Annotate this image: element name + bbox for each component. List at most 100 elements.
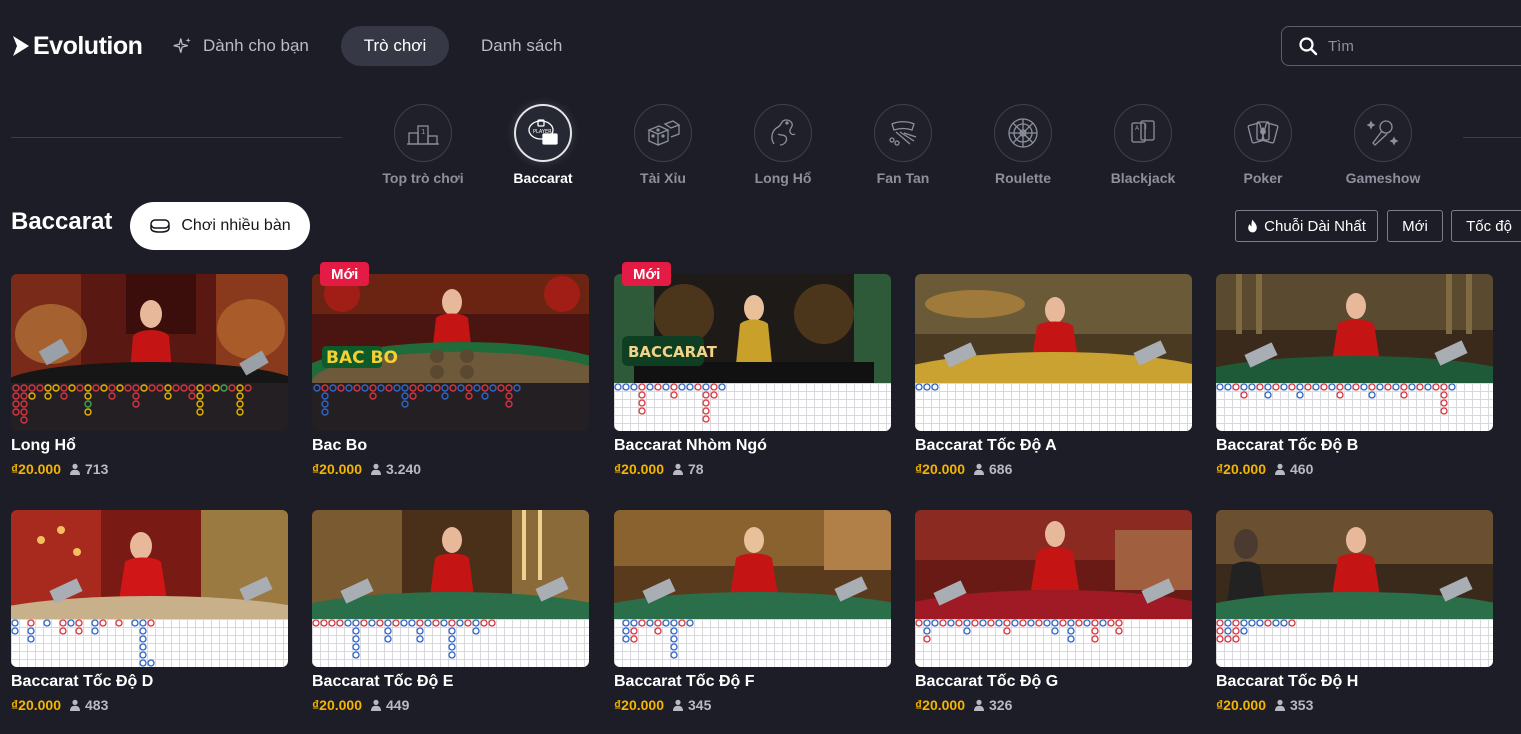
game-thumbnail[interactable] xyxy=(915,274,1192,431)
game-card-speed-baccarat-f[interactable]: Baccarat Tốc Độ F ₫20.000 345 xyxy=(614,510,891,720)
bead-road-panel xyxy=(1216,383,1493,431)
game-title[interactable]: Baccarat Tốc Độ A xyxy=(915,437,1192,455)
filter-speed[interactable]: Tốc độ xyxy=(1451,210,1521,242)
category-icon-wrap xyxy=(1354,104,1412,162)
game-title[interactable]: Baccarat Tốc Độ B xyxy=(1216,437,1493,455)
bead-road-panel xyxy=(312,619,589,667)
category-poker[interactable]: Poker xyxy=(1203,104,1323,188)
person-icon xyxy=(673,463,684,475)
category-top-games[interactable]: 1 Top trò chơi xyxy=(363,104,483,188)
bead-road-graphic xyxy=(915,619,1123,643)
player-count: 3.240 xyxy=(370,461,421,477)
filter-new[interactable]: Mới xyxy=(1387,210,1443,242)
game-card-speed-baccarat-g[interactable]: Baccarat Tốc Độ G ₫20.000 326 xyxy=(915,510,1192,720)
game-title[interactable]: Bac Bo xyxy=(312,437,589,455)
game-thumbnail[interactable] xyxy=(312,510,589,667)
game-card-speed-baccarat-h[interactable]: Baccarat Tốc Độ H ₫20.000 353 xyxy=(1216,510,1493,720)
poker-icon xyxy=(1247,121,1279,144)
multi-table-button[interactable]: Chơi nhiều bàn xyxy=(130,202,310,250)
category-gameshow[interactable]: Gameshow xyxy=(1323,104,1443,188)
bead-road-graphic xyxy=(1216,619,1296,643)
category-label: Long Hổ xyxy=(754,170,812,186)
flame-icon xyxy=(1248,219,1257,233)
game-card-speed-baccarat-d[interactable]: Baccarat Tốc Độ D ₫20.000 483 xyxy=(11,510,288,720)
bead-road-graphic xyxy=(915,383,939,391)
category-label: Tài Xỉu xyxy=(640,170,686,186)
filter-longest-streak[interactable]: Chuỗi Dài Nhất xyxy=(1235,210,1378,242)
section-title: Baccarat xyxy=(11,208,113,235)
nav-list-label: Danh sách xyxy=(481,36,563,55)
dealer-scene-image xyxy=(11,510,288,619)
top-bar: Evolution Dành cho bạn Trò chơi Danh sác… xyxy=(0,0,1521,92)
player-count: 78 xyxy=(672,461,704,477)
dragon-icon xyxy=(771,119,796,146)
person-icon xyxy=(70,699,81,711)
roulette-icon xyxy=(1008,118,1038,148)
game-thumbnail[interactable]: BAC BO xyxy=(312,274,589,431)
game-thumbnail[interactable] xyxy=(1216,510,1493,667)
game-title[interactable]: Baccarat Nhòm Ngó xyxy=(614,437,891,455)
nav-games-tab[interactable]: Trò chơi xyxy=(341,26,449,66)
bead-road-panel xyxy=(915,383,1192,431)
player-count: 449 xyxy=(370,697,409,713)
dealer-scene-image: BAC BO xyxy=(312,274,589,383)
player-count-value: 3.240 xyxy=(386,461,422,477)
category-blackjack[interactable]: A J Blackjack xyxy=(1083,104,1203,188)
category-baccarat[interactable]: PLAYER Baccarat xyxy=(483,104,603,188)
game-thumbnail[interactable] xyxy=(11,510,288,667)
game-title[interactable]: Baccarat Tốc Độ F xyxy=(614,673,891,691)
min-bet: ₫20.000 xyxy=(915,461,966,477)
player-count-value: 353 xyxy=(1290,697,1314,713)
category-fan-tan[interactable]: Fan Tan xyxy=(843,104,963,188)
category-label: Blackjack xyxy=(1110,170,1176,186)
min-bet: ₫20.000 xyxy=(11,461,62,477)
dealer-scene-image xyxy=(915,274,1192,383)
category-icon-wrap: PLAYER xyxy=(514,104,572,162)
filter-label: Chuỗi Dài Nhất xyxy=(1264,217,1366,235)
game-card-speed-baccarat-a[interactable]: Baccarat Tốc Độ A ₫20.000 686 xyxy=(915,274,1192,484)
svg-text:1: 1 xyxy=(421,128,425,136)
new-badge: Mới xyxy=(622,262,672,286)
game-title[interactable]: Long Hổ xyxy=(11,437,288,455)
min-bet: ₫20.000 xyxy=(1216,461,1267,477)
evolution-logo[interactable]: Evolution xyxy=(11,30,143,62)
filter-label: Tốc độ xyxy=(1466,217,1512,235)
game-card-speed-baccarat-e[interactable]: Baccarat Tốc Độ E ₫20.000 449 xyxy=(312,510,589,720)
min-bet: ₫20.000 xyxy=(1216,697,1267,713)
game-card-bac-bo[interactable]: Mới BAC BO Bac Bo ₫20.000 3.240 xyxy=(312,262,589,484)
game-card-long-ho[interactable]: Long Hổ ₫20.000 713 xyxy=(11,274,288,484)
cards-icon: A J xyxy=(1131,120,1155,143)
game-card-peek-baccarat[interactable]: Mới BACCARAT Baccarat Nhòm Ngó ₫20.000 7… xyxy=(614,262,891,484)
nav-for-you-label: Dành cho bạn xyxy=(203,36,309,55)
baccarat-icon: PLAYER xyxy=(528,119,558,145)
min-bet: ₫20.000 xyxy=(11,697,62,713)
game-thumbnail[interactable]: BACCARAT xyxy=(614,274,891,431)
category-roulette[interactable]: Roulette xyxy=(963,104,1083,188)
category-tai-xiu[interactable]: Tài Xỉu xyxy=(603,104,723,188)
category-dragon-tiger[interactable]: Long Hổ xyxy=(723,104,843,188)
game-thumbnail[interactable] xyxy=(11,274,288,431)
game-title[interactable]: Baccarat Tốc Độ D xyxy=(11,673,288,691)
nav-games-label: Trò chơi xyxy=(363,36,427,55)
game-meta: ₫20.000 686 xyxy=(915,461,1192,477)
dealer-scene-image xyxy=(11,274,288,383)
game-meta: ₫20.000 3.240 xyxy=(312,461,589,477)
game-thumbnail[interactable] xyxy=(614,510,891,667)
dealer-scene-image xyxy=(614,510,891,619)
game-card-speed-baccarat-b[interactable]: Baccarat Tốc Độ B ₫20.000 460 xyxy=(1216,274,1493,484)
search-icon xyxy=(1299,37,1318,56)
game-thumbnail[interactable] xyxy=(915,510,1192,667)
player-count: 326 xyxy=(973,697,1012,713)
game-title[interactable]: Baccarat Tốc Độ H xyxy=(1216,673,1493,691)
game-title[interactable]: Baccarat Tốc Độ E xyxy=(312,673,589,691)
game-thumbnail[interactable] xyxy=(1216,274,1493,431)
search-input[interactable] xyxy=(1328,37,1508,55)
nav-for-you[interactable]: Dành cho bạn xyxy=(172,30,309,62)
category-label: Poker xyxy=(1243,170,1283,186)
dice-icon xyxy=(647,120,681,147)
game-title[interactable]: Baccarat Tốc Độ G xyxy=(915,673,1192,691)
player-count-value: 449 xyxy=(386,697,410,713)
nav-list-tab[interactable]: Danh sách xyxy=(481,30,562,62)
search-box[interactable] xyxy=(1281,26,1521,66)
bead-road-graphic xyxy=(11,619,155,667)
